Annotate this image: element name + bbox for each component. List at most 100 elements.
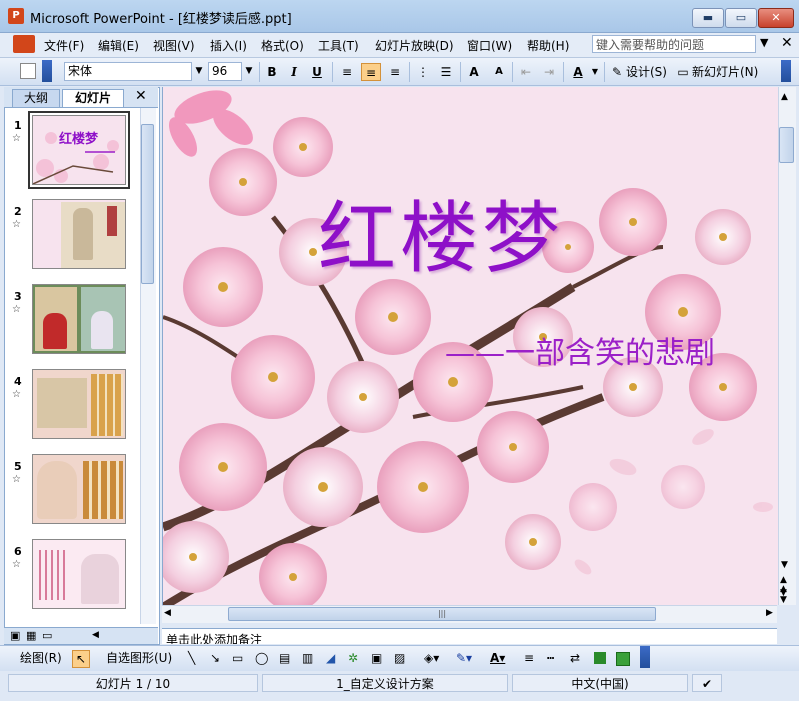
menu-help[interactable]: 帮助(H) bbox=[527, 37, 569, 54]
arrow-tool-icon[interactable]: ↘ bbox=[210, 650, 220, 666]
slide-number: 5 bbox=[14, 460, 22, 473]
shadow-style-icon[interactable] bbox=[594, 652, 606, 664]
textbox-tool-icon[interactable]: ▤ bbox=[279, 650, 290, 666]
align-center-icon[interactable]: ≡ bbox=[361, 63, 381, 81]
diagram-icon[interactable]: ✲ bbox=[348, 650, 358, 666]
new-document-icon[interactable] bbox=[20, 63, 36, 79]
arrow-style-icon[interactable]: ⇄ bbox=[570, 650, 580, 666]
slide-number: 6 bbox=[14, 545, 22, 558]
line-style-icon[interactable]: ≡ bbox=[524, 650, 534, 666]
menu-insert[interactable]: 插入(I) bbox=[210, 37, 247, 54]
3d-style-icon[interactable] bbox=[616, 652, 630, 666]
slides-pane-scroll-thumb[interactable] bbox=[141, 124, 154, 284]
line-tool-icon[interactable]: ╲ bbox=[188, 650, 195, 666]
increase-indent-icon[interactable]: ⇥ bbox=[540, 63, 558, 81]
menu-format[interactable]: 格式(O) bbox=[261, 37, 304, 54]
slide-count-status: 幻灯片 1 / 10 bbox=[8, 674, 258, 692]
menu-tools[interactable]: 工具(T) bbox=[318, 37, 359, 54]
tab-slides[interactable]: 幻灯片 bbox=[62, 89, 124, 107]
slide-thumbnail-1[interactable]: 红楼梦 bbox=[32, 115, 126, 185]
animation-star-icon: ☆ bbox=[12, 559, 21, 570]
scroll-left-icon[interactable]: ◀ bbox=[92, 630, 99, 640]
menu-window[interactable]: 窗口(W) bbox=[467, 37, 512, 54]
slideshow-view-icon[interactable]: ▭ bbox=[42, 629, 52, 642]
slide-thumbnail-2[interactable] bbox=[32, 199, 126, 269]
select-pointer-icon[interactable]: ↖ bbox=[72, 650, 90, 668]
next-slide-icon[interactable]: ▼ ▼ bbox=[780, 589, 787, 605]
italic-button[interactable]: I bbox=[286, 63, 302, 81]
dash-style-icon[interactable]: ┅ bbox=[547, 650, 554, 666]
font-size-select[interactable]: 96 bbox=[208, 62, 242, 81]
slide-sorter-view-icon[interactable]: ▦ bbox=[26, 629, 36, 642]
font-color-icon[interactable]: A▾ bbox=[490, 650, 505, 666]
slide-title[interactable]: 红楼梦 bbox=[318, 176, 564, 288]
underline-button[interactable]: U bbox=[309, 63, 325, 81]
increase-font-icon[interactable]: A bbox=[465, 63, 483, 81]
numbered-list-icon[interactable]: ⋮ bbox=[414, 63, 432, 81]
font-size-dropdown-icon[interactable]: ▼ bbox=[243, 63, 255, 80]
powerpoint-app-icon[interactable]: P bbox=[8, 8, 24, 24]
font-name-select[interactable]: 宋体 bbox=[64, 62, 192, 81]
slide-thumbnail-3[interactable] bbox=[32, 284, 126, 354]
bullet-list-icon[interactable]: ☰ bbox=[437, 63, 455, 81]
scroll-up-icon[interactable]: ▲ bbox=[781, 92, 788, 102]
font-color-dropdown-icon[interactable]: ▼ bbox=[590, 63, 600, 81]
animation-star-icon: ☆ bbox=[12, 219, 21, 230]
slide-thumbnail-6[interactable] bbox=[32, 539, 126, 609]
help-dropdown-icon[interactable]: ▼ bbox=[760, 36, 768, 49]
toolbar-options-icon[interactable] bbox=[42, 60, 52, 82]
design-button[interactable]: 设计(S) bbox=[626, 63, 670, 81]
font-name-dropdown-icon[interactable]: ▼ bbox=[193, 63, 205, 80]
fill-color-icon[interactable]: ◈▾ bbox=[424, 650, 439, 666]
slide-vertical-scroll-thumb[interactable] bbox=[779, 127, 794, 163]
wordart-icon[interactable]: ◢ bbox=[326, 650, 335, 666]
close-window-button[interactable]: ✕ bbox=[758, 8, 794, 28]
maximize-button[interactable]: ▭ bbox=[725, 8, 757, 28]
doc-icon[interactable] bbox=[13, 35, 35, 53]
slide-vertical-scrollbar[interactable] bbox=[778, 87, 796, 605]
menu-view[interactable]: 视图(V) bbox=[153, 37, 195, 54]
tab-outline[interactable]: 大纲 bbox=[12, 89, 60, 107]
scroll-right-icon[interactable]: ▶ bbox=[766, 608, 773, 618]
oval-tool-icon[interactable]: ◯ bbox=[255, 650, 268, 666]
normal-view-icon[interactable]: ▣ bbox=[10, 629, 20, 642]
autoshapes-button[interactable]: 自选图形(U) bbox=[106, 650, 172, 666]
clipart-icon[interactable]: ▣ bbox=[371, 650, 382, 666]
toolbar-separator bbox=[460, 62, 461, 82]
new-slide-button[interactable]: 新幻灯片(N) bbox=[692, 63, 764, 81]
bold-button[interactable]: B bbox=[264, 63, 280, 81]
thumb-figure bbox=[43, 313, 67, 349]
close-document-button[interactable]: ✕ bbox=[781, 35, 793, 51]
rectangle-tool-icon[interactable]: ▭ bbox=[232, 650, 243, 666]
scroll-down-icon[interactable]: ▼ bbox=[781, 560, 788, 570]
align-left-icon[interactable]: ≡ bbox=[338, 63, 356, 81]
minimize-button[interactable]: ▬ bbox=[692, 8, 724, 28]
slide-thumbnail-5[interactable] bbox=[32, 454, 126, 524]
notes-pane[interactable]: 单击此处添加备注 bbox=[162, 628, 777, 644]
slide-horizontal-scroll-thumb[interactable]: ||| bbox=[228, 607, 656, 621]
line-color-icon[interactable]: ✎▾ bbox=[456, 650, 472, 666]
slide-subtitle[interactable]: ——一部含笑的悲剧 bbox=[445, 328, 715, 372]
decrease-font-icon[interactable]: A bbox=[490, 63, 508, 81]
align-right-icon[interactable]: ≡ bbox=[386, 63, 404, 81]
slide-number: 4 bbox=[14, 375, 22, 388]
toolbar-options-icon[interactable] bbox=[781, 60, 791, 82]
insert-picture-icon[interactable]: ▨ bbox=[394, 650, 405, 666]
toolbar-options-icon[interactable] bbox=[640, 646, 650, 668]
slide-thumbnail-4[interactable] bbox=[32, 369, 126, 439]
menu-file[interactable]: 文件(F) bbox=[44, 37, 84, 54]
scroll-left-icon[interactable]: ◀ bbox=[164, 608, 171, 618]
font-color-icon[interactable]: A bbox=[569, 63, 587, 81]
spelling-check-icon[interactable]: ✔ bbox=[692, 674, 722, 692]
menu-slideshow[interactable]: 幻灯片放映(D) bbox=[375, 37, 454, 54]
menu-edit[interactable]: 编辑(E) bbox=[98, 37, 139, 54]
slide-number: 1 bbox=[14, 119, 22, 132]
thumb-painting bbox=[37, 378, 87, 428]
slide-number: 3 bbox=[14, 290, 22, 303]
help-search-input[interactable]: 键入需要帮助的问题 bbox=[592, 35, 756, 53]
design-icon: ✎ bbox=[611, 65, 623, 79]
close-pane-icon[interactable]: ✕ bbox=[135, 88, 147, 104]
vertical-textbox-icon[interactable]: ▥ bbox=[302, 650, 313, 666]
draw-menu-button[interactable]: 绘图(R) bbox=[20, 650, 62, 666]
decrease-indent-icon[interactable]: ⇤ bbox=[517, 63, 535, 81]
